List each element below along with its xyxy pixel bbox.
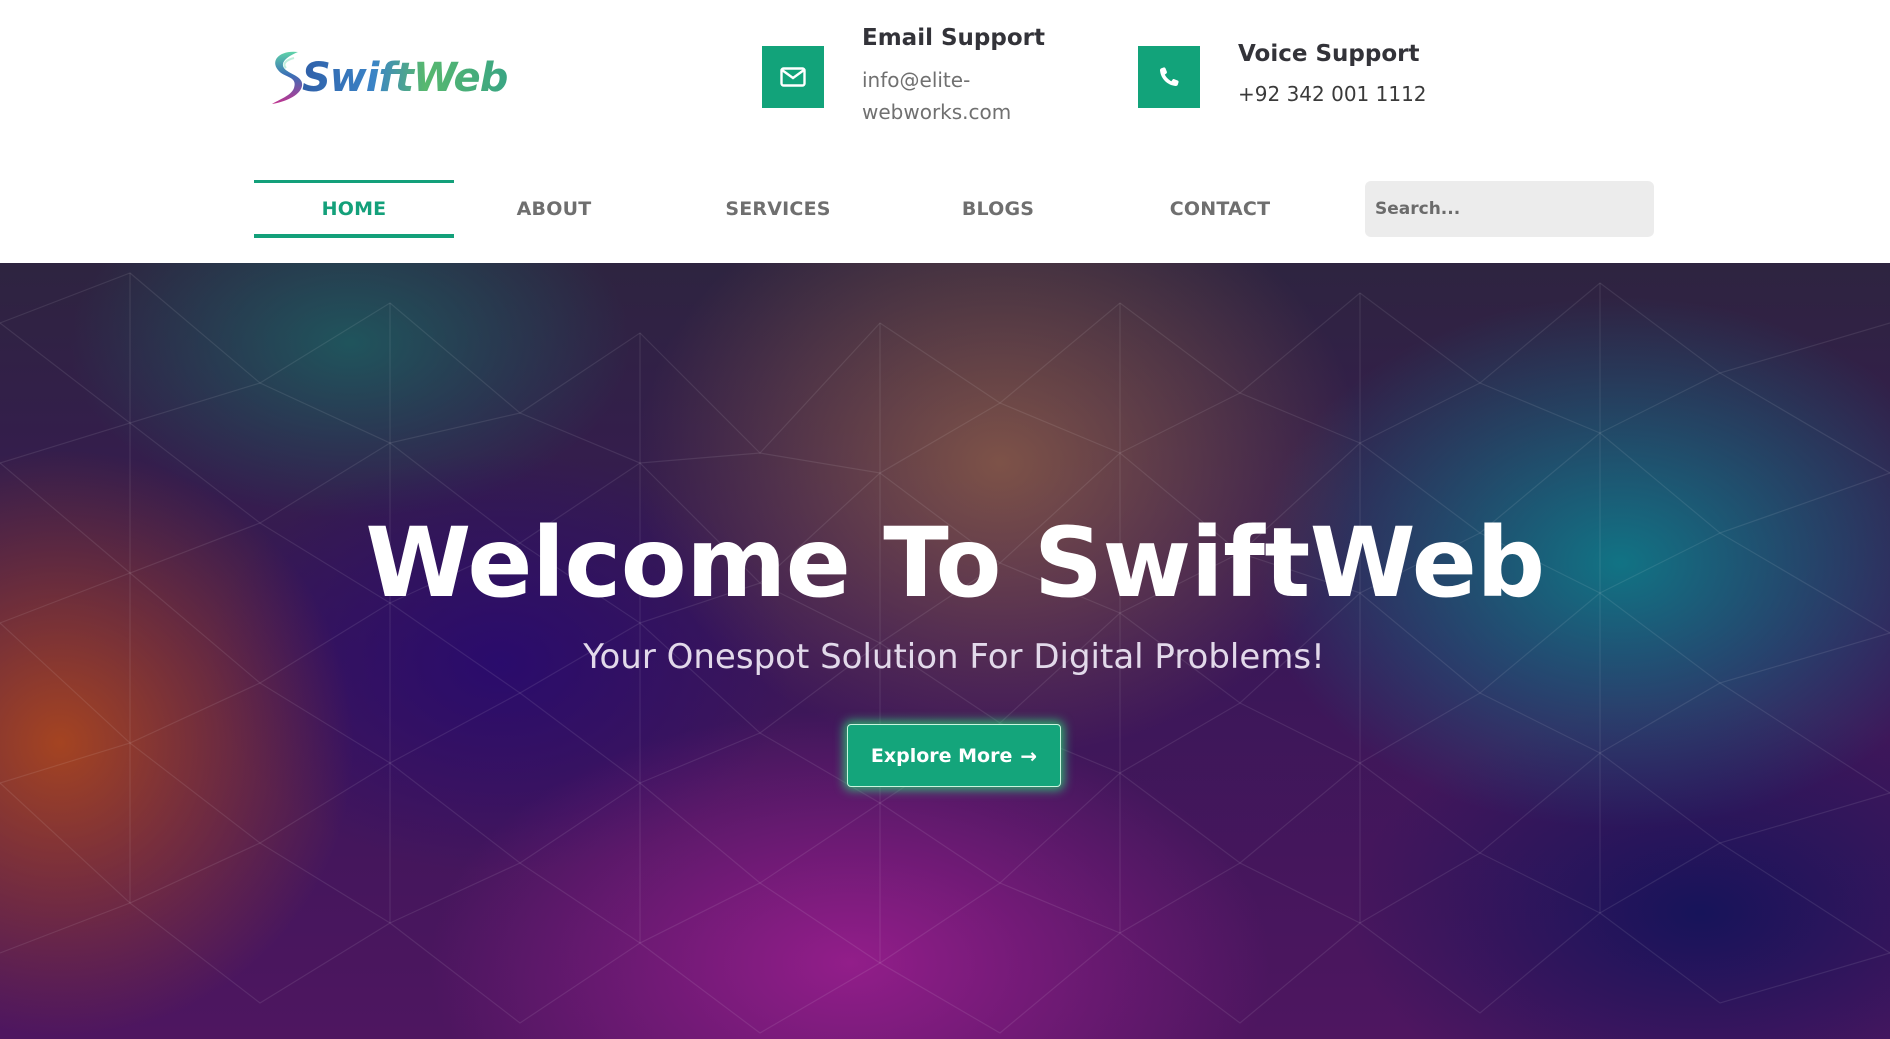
hero-title: Welcome To SwiftWeb bbox=[365, 507, 1545, 619]
voice-support-title: Voice Support bbox=[1238, 41, 1420, 67]
nav-item-about[interactable]: ABOUT bbox=[454, 180, 654, 238]
logo[interactable]: SwiftWeb bbox=[264, 44, 508, 112]
hero-subtitle: Your Onespot Solution For Digital Proble… bbox=[583, 637, 1325, 677]
nav-item-contact[interactable]: CONTACT bbox=[1120, 180, 1320, 238]
phone-number-link[interactable]: +92 342 001 1112 bbox=[1238, 78, 1427, 110]
nav-item-blogs[interactable]: BLOGS bbox=[898, 180, 1098, 238]
email-support-title: Email Support bbox=[862, 25, 1045, 51]
email-address-link[interactable]: info@elite-webworks.com bbox=[862, 64, 1032, 128]
envelope-icon bbox=[762, 46, 824, 108]
search-input[interactable] bbox=[1365, 181, 1654, 237]
hero-content: Welcome To SwiftWeb Your Onespot Solutio… bbox=[0, 263, 1890, 1039]
nav-item-home[interactable]: HOME bbox=[254, 180, 454, 238]
site-header: SwiftWeb Email Support info@elite-webwor… bbox=[0, 0, 1890, 263]
explore-more-label: Explore More bbox=[870, 744, 1013, 767]
phone-icon bbox=[1138, 46, 1200, 108]
voice-support: Voice Support +92 342 001 1112 bbox=[1138, 36, 1427, 110]
hero-banner: Welcome To SwiftWeb Your Onespot Solutio… bbox=[0, 263, 1890, 1039]
arrow-right-icon: → bbox=[1020, 743, 1038, 768]
explore-more-button[interactable]: Explore More → bbox=[847, 724, 1061, 787]
logo-text: SwiftWeb bbox=[302, 55, 508, 101]
email-support: Email Support info@elite-webworks.com bbox=[762, 20, 1045, 128]
nav-item-services[interactable]: SERVICES bbox=[678, 180, 878, 238]
